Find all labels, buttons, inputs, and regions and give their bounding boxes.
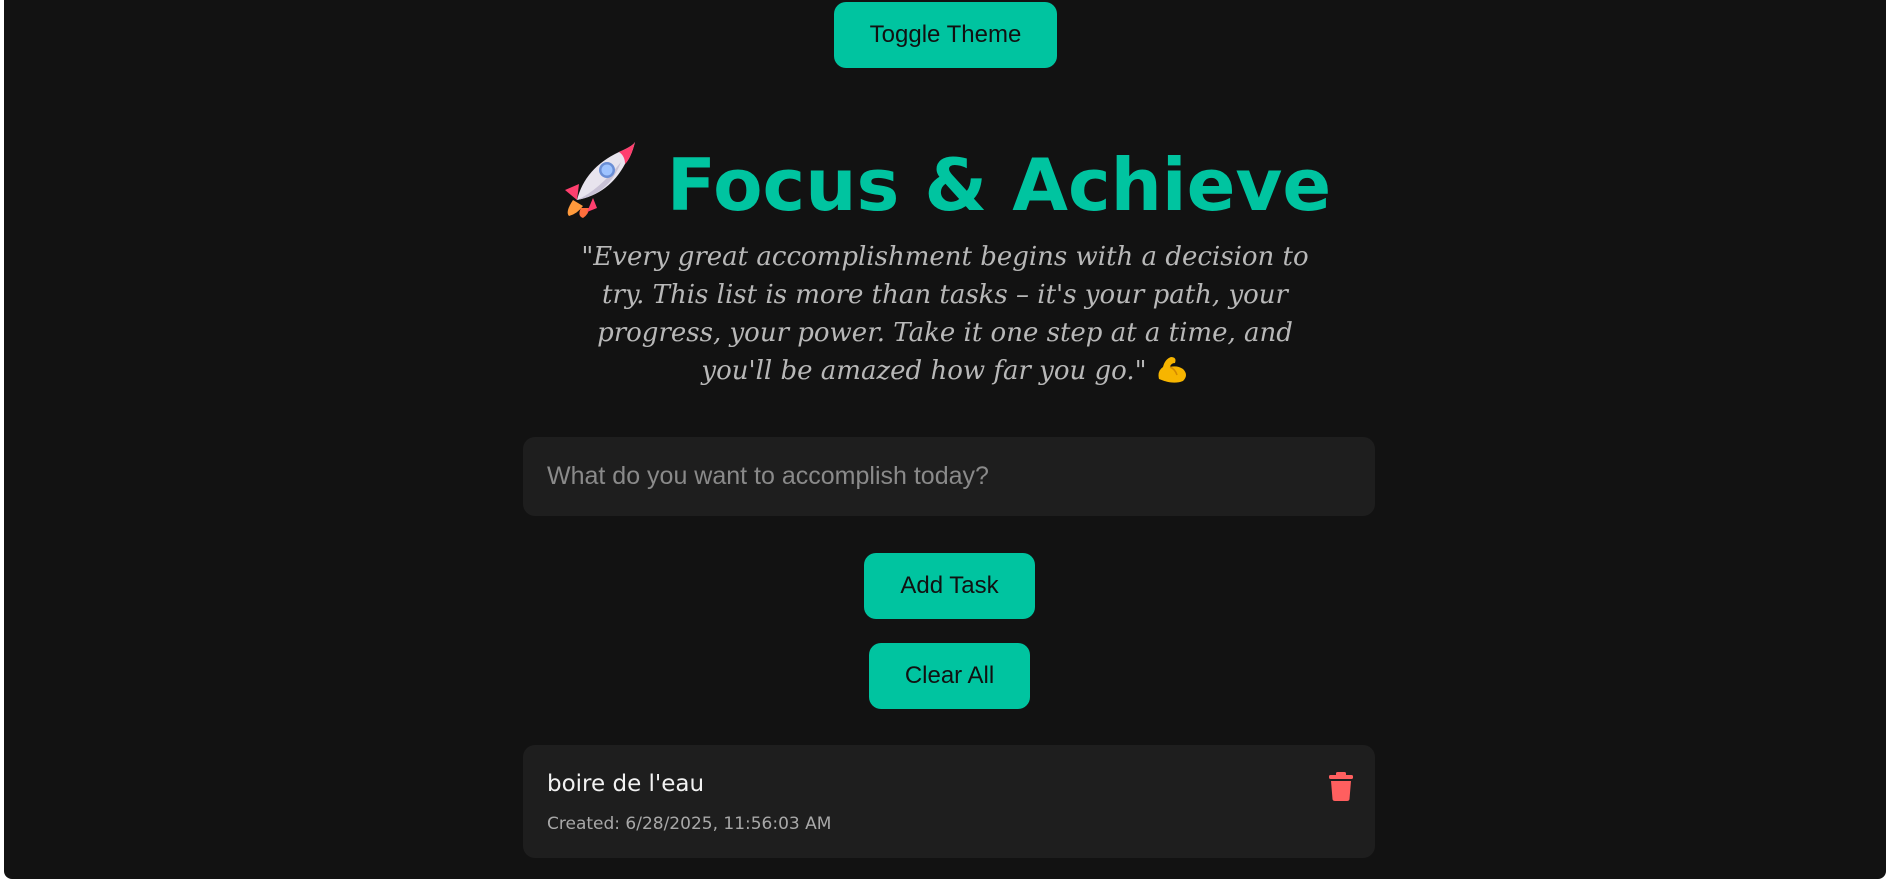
trash-icon: [1329, 772, 1353, 801]
task-created-date: Created: 6/28/2025, 11:56:03 AM: [547, 814, 832, 834]
delete-task-button[interactable]: [1328, 771, 1354, 801]
add-task-button[interactable]: Add Task: [864, 553, 1035, 619]
toggle-theme-button[interactable]: Toggle Theme: [834, 2, 1057, 68]
main-content: Toggle Theme Focus & Achieve "Every grea…: [4, 0, 1886, 879]
title-text: Focus & Achieve: [666, 143, 1332, 227]
page-title: Focus & Achieve: [4, 138, 1886, 230]
app-window: Toggle Theme Focus & Achieve "Every grea…: [4, 0, 1886, 879]
task-input[interactable]: [523, 437, 1375, 516]
rocket-icon: [559, 138, 639, 218]
motivational-quote: "Every great accomplishment begins with …: [569, 238, 1321, 390]
quote-text: "Every great accomplishment begins with …: [581, 242, 1309, 386]
task-item: boire de l'eau Created: 6/28/2025, 11:56…: [523, 745, 1375, 858]
clear-all-button[interactable]: Clear All: [869, 643, 1030, 709]
flexed-biceps-icon: [1155, 353, 1189, 385]
task-text: boire de l'eau: [547, 771, 705, 797]
